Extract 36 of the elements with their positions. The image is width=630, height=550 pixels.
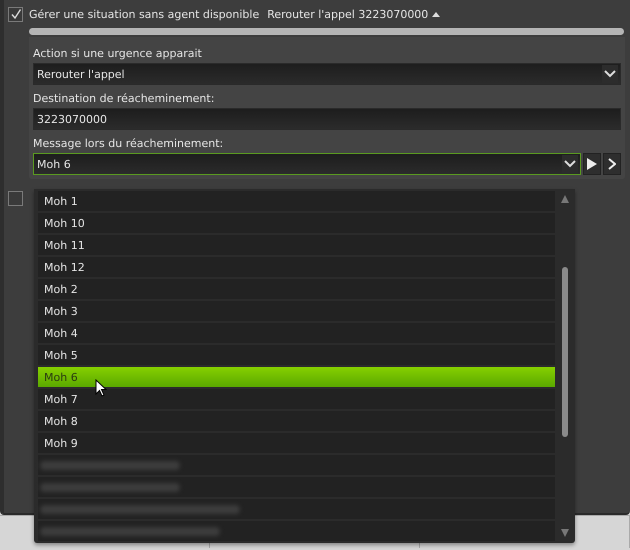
scrollbar-thumb[interactable] — [562, 267, 568, 437]
blurred-option[interactable] — [38, 499, 555, 519]
mouse-cursor-icon — [95, 379, 107, 397]
field-label: Destination de réacheminement: — [33, 92, 216, 105]
list-option[interactable]: Moh 6 — [38, 367, 555, 387]
field-label: Message lors du réacheminement: — [33, 137, 224, 150]
list-option[interactable]: Moh 12 — [38, 257, 555, 277]
play-button[interactable] — [583, 153, 601, 175]
next-button[interactable] — [603, 153, 621, 175]
message-dropdown[interactable]: Moh 6 — [33, 153, 581, 175]
checkbox[interactable] — [8, 191, 23, 206]
list-option[interactable]: Moh 4 — [38, 323, 555, 343]
destination-field[interactable]: 3223070000 — [33, 108, 621, 130]
list-option[interactable]: Moh 11 — [38, 235, 555, 255]
list-option[interactable]: Moh 8 — [38, 411, 555, 431]
list-option[interactable]: Moh 9 — [38, 433, 555, 453]
list-option[interactable]: Moh 5 — [38, 345, 555, 365]
expander-toggle[interactable]: Rerouter l'appel 3223070000 — [265, 8, 428, 20]
blurred-option[interactable] — [38, 455, 555, 475]
scroll-down-icon[interactable] — [561, 529, 569, 537]
list-option[interactable]: Moh 1 — [38, 191, 555, 211]
checkbox-label: Gérer une situation sans agent disponible — [29, 8, 260, 20]
list-option[interactable]: Moh 2 — [38, 279, 555, 299]
blurred-option[interactable] — [38, 521, 555, 541]
blurred-option[interactable] — [38, 477, 555, 497]
checkbox[interactable] — [8, 6, 23, 22]
list-option[interactable]: Moh 10 — [38, 213, 555, 233]
play-icon — [587, 158, 597, 170]
chevron-icon — [602, 65, 618, 83]
list-option[interactable]: Moh 3 — [38, 301, 555, 321]
field-label: Action si une urgence apparait — [33, 47, 203, 60]
chevron-icon — [562, 155, 578, 173]
list-option[interactable]: Moh 7 — [38, 389, 555, 409]
action-dropdown[interactable]: Rerouter l'appel — [33, 63, 621, 85]
scroll-up-icon[interactable] — [561, 195, 569, 203]
chevron-right-icon — [608, 158, 616, 170]
